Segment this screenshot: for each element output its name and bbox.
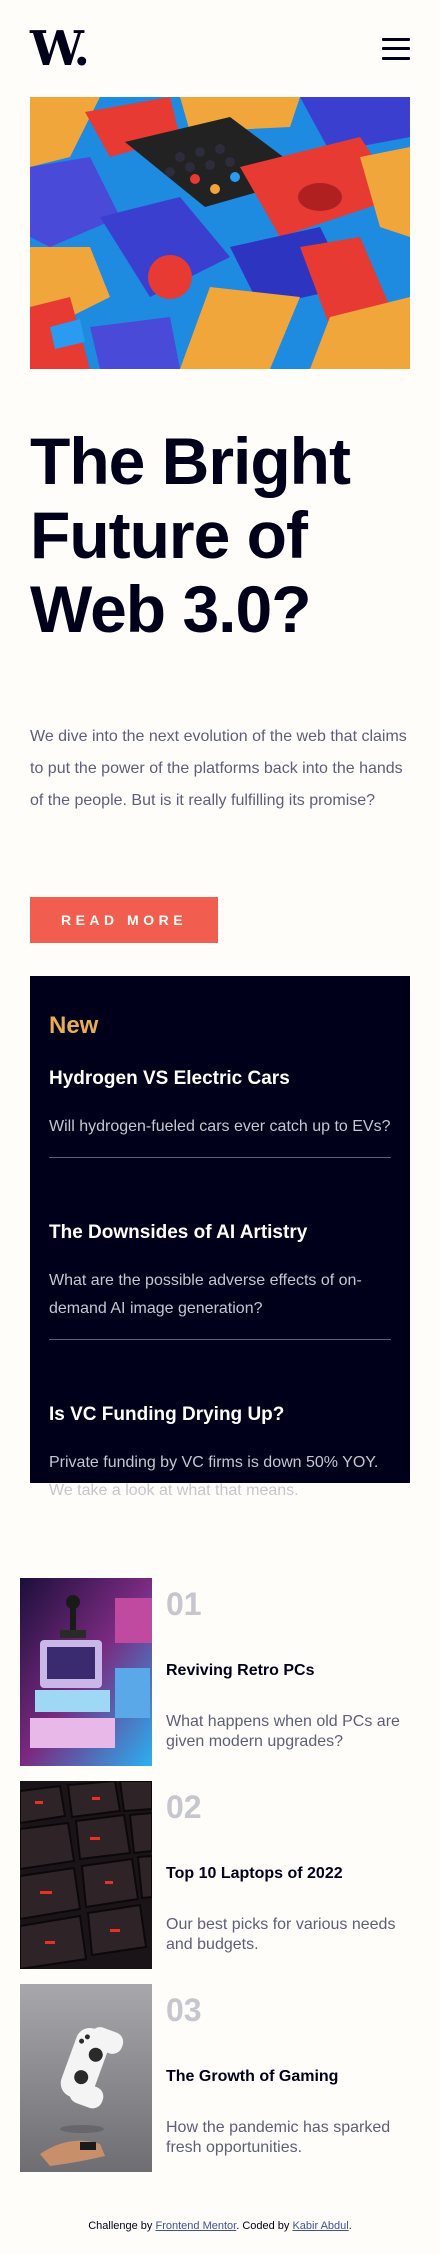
frontend-mentor-link[interactable]: Frontend Mentor (155, 2220, 236, 2232)
new-item-title[interactable]: Hydrogen VS Electric Cars (49, 1068, 391, 1090)
article-title[interactable]: Top 10 Laptops of 2022 (166, 1865, 420, 1883)
article-text: Our best picks for various needs and bud… (166, 1915, 396, 1953)
site-header: W. (0, 0, 440, 97)
laptop-keyboard-image (20, 1780, 152, 1969)
new-item-title[interactable]: The Downsides of AI Artistry (49, 1222, 391, 1244)
hero-image (30, 97, 410, 369)
article-list: 01 Reviving Retro PCs What happens when … (20, 1577, 420, 2172)
article-text: What happens when old PCs are given mode… (166, 1712, 400, 1750)
read-more-button[interactable]: READ MORE (30, 896, 218, 943)
new-heading: New (49, 1011, 99, 1039)
hero-title: The Bright Future of Web 3.0? (30, 424, 351, 646)
divider (49, 1338, 391, 1340)
new-item[interactable]: Is VC Funding Drying Up? Private funding… (49, 1404, 391, 1505)
article-title[interactable]: The Growth of Gaming (166, 2068, 420, 2086)
new-item[interactable]: The Downsides of AI Artistry What are th… (49, 1222, 391, 1340)
article-card[interactable]: 02 Top 10 Laptops of 2022 Our best picks… (20, 1780, 420, 1969)
article-number: 01 (166, 1585, 202, 1622)
retro-pc-image (20, 1577, 152, 1766)
site-logo[interactable]: W. (30, 25, 90, 73)
article-card[interactable]: 03 The Growth of Gaming How the pandemic… (20, 1983, 420, 2172)
new-item-text: Will hydrogen-fueled cars ever catch up … (49, 1117, 391, 1135)
page: W. The Bright Future of Web 3.0? We dive… (0, 0, 440, 2255)
author-link[interactable]: Kabir Abdul (292, 2220, 348, 2232)
hero-lede: We dive into the next evolution of the w… (30, 727, 407, 809)
article-text: How the pandemic has sparked fresh oppor… (166, 2118, 391, 2156)
new-item-text: Private funding by VC firms is down 50% … (49, 1453, 379, 1499)
new-item-title[interactable]: Is VC Funding Drying Up? (49, 1404, 391, 1426)
article-number: 02 (166, 1788, 202, 1825)
hamburger-menu-icon[interactable] (382, 37, 410, 60)
new-item[interactable]: Hydrogen VS Electric Cars Will hydrogen-… (49, 1068, 391, 1158)
article-card[interactable]: 01 Reviving Retro PCs What happens when … (20, 1577, 420, 1766)
article-title[interactable]: Reviving Retro PCs (166, 1662, 420, 1680)
divider (49, 1156, 391, 1158)
new-panel: New Hydrogen VS Electric Cars Will hydro… (30, 975, 410, 1499)
article-number: 03 (166, 1991, 202, 2028)
new-item-text: What are the possible adverse effects of… (49, 1271, 362, 1317)
site-footer: Challenge by Frontend Mentor. Coded by K… (88, 2220, 352, 2232)
game-controller-image (20, 1983, 152, 2172)
